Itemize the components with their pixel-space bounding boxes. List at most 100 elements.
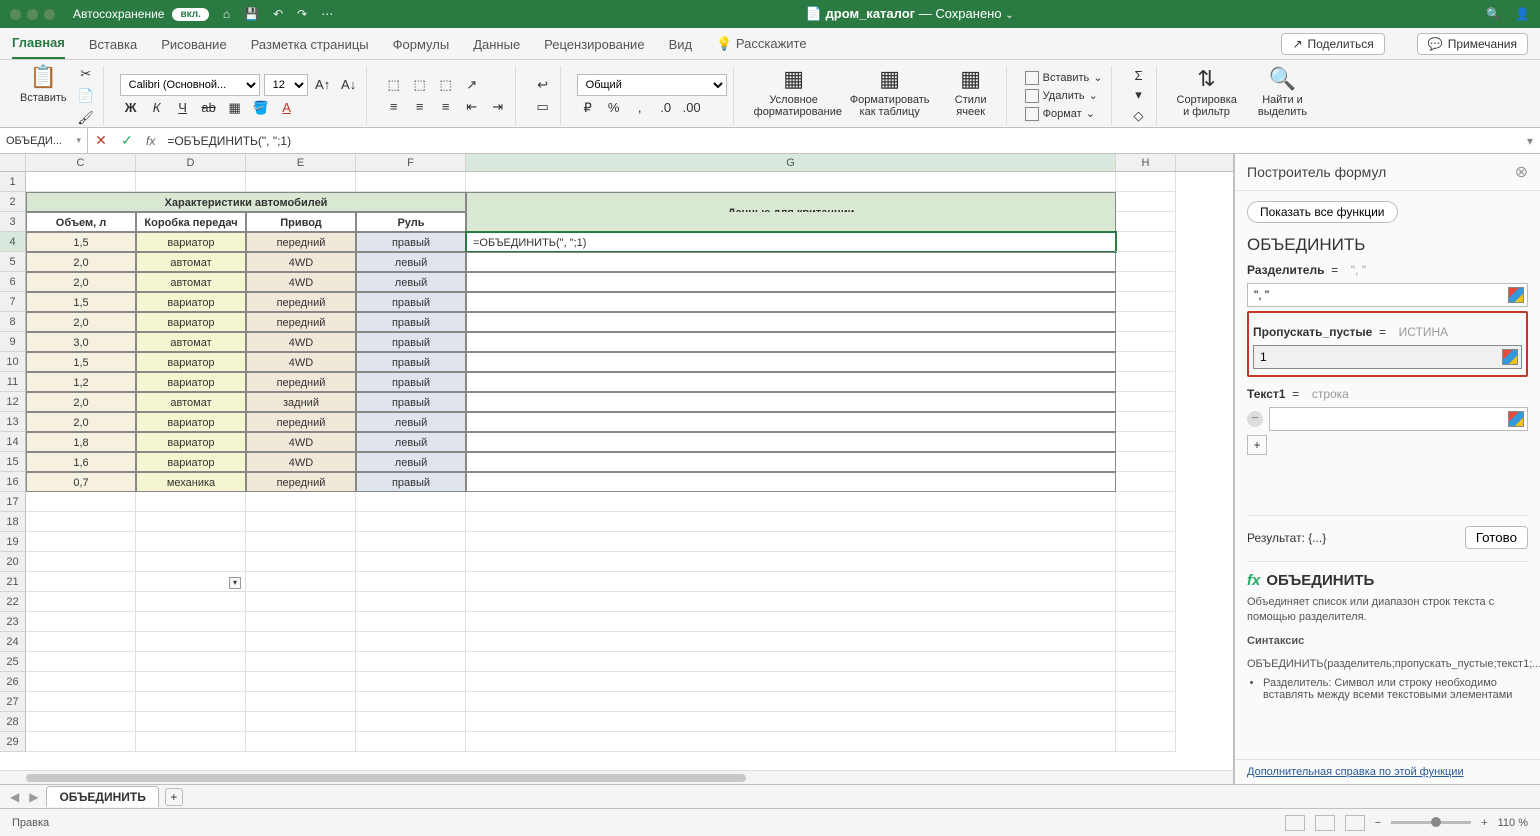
cell[interactable]: [1116, 572, 1176, 592]
cell[interactable]: 4WD: [246, 352, 356, 372]
cell[interactable]: левый: [356, 452, 466, 472]
more-help-link[interactable]: Дополнительная справка по этой функции: [1235, 759, 1540, 784]
cell[interactable]: правый: [356, 372, 466, 392]
view-page-break-icon[interactable]: [1345, 815, 1365, 831]
zoom-level[interactable]: 110 %: [1498, 817, 1528, 829]
cell[interactable]: [466, 652, 1116, 672]
cell[interactable]: [466, 452, 1116, 472]
cell[interactable]: [1116, 652, 1176, 672]
cell[interactable]: передний: [246, 412, 356, 432]
row-header[interactable]: 11: [0, 372, 26, 392]
cell[interactable]: [1116, 532, 1176, 552]
tab-page-layout[interactable]: Разметка страницы: [251, 31, 369, 59]
cell[interactable]: правый: [356, 332, 466, 352]
cell[interactable]: вариатор: [136, 432, 246, 452]
row-header[interactable]: 1: [0, 172, 26, 192]
cell[interactable]: передний: [246, 312, 356, 332]
cell[interactable]: [466, 612, 1116, 632]
cell[interactable]: 2,0: [26, 252, 136, 272]
row-header[interactable]: 26: [0, 672, 26, 692]
decimal-dec-icon[interactable]: .00: [681, 98, 703, 118]
cell[interactable]: [246, 532, 356, 552]
cell[interactable]: [466, 672, 1116, 692]
share-button[interactable]: ↗ Поделиться: [1281, 33, 1384, 55]
fill-icon[interactable]: ▾: [1128, 86, 1150, 104]
cell[interactable]: [466, 632, 1116, 652]
cell[interactable]: [466, 512, 1116, 532]
cell[interactable]: [1116, 612, 1176, 632]
cell[interactable]: [1116, 592, 1176, 612]
cell[interactable]: [356, 592, 466, 612]
cell[interactable]: [246, 692, 356, 712]
col-header[interactable]: G: [466, 154, 1116, 171]
cell[interactable]: [466, 212, 1116, 232]
cell[interactable]: [356, 552, 466, 572]
cell[interactable]: [246, 552, 356, 572]
tab-view[interactable]: Вид: [669, 31, 693, 59]
row-header[interactable]: 21: [0, 572, 26, 592]
cell[interactable]: 2,0: [26, 312, 136, 332]
comma-icon[interactable]: ,: [629, 98, 651, 118]
copy-icon[interactable]: 📄: [75, 86, 97, 106]
cell[interactable]: [136, 732, 246, 752]
cell[interactable]: [246, 572, 356, 592]
format-painter-icon[interactable]: 🖌: [75, 108, 97, 128]
cell[interactable]: [1116, 672, 1176, 692]
underline-icon[interactable]: Ч: [172, 98, 194, 118]
spreadsheet-grid[interactable]: C D E F G H 12Характеристики автомобилей…: [0, 154, 1234, 784]
cell[interactable]: [466, 372, 1116, 392]
save-icon[interactable]: 💾: [244, 7, 259, 21]
number-format-select[interactable]: Общий: [577, 74, 727, 96]
fx-icon[interactable]: fx: [146, 134, 155, 148]
cell[interactable]: [356, 492, 466, 512]
cell[interactable]: [356, 632, 466, 652]
font-name-select[interactable]: Calibri (Основной...: [120, 74, 260, 96]
font-color-icon[interactable]: А: [276, 98, 298, 118]
find-select-button[interactable]: 🔍Найти и выделить: [1249, 66, 1317, 125]
done-button[interactable]: Готово: [1465, 526, 1528, 549]
align-middle-icon[interactable]: ⬚: [409, 75, 431, 95]
cell[interactable]: [466, 252, 1116, 272]
cell[interactable]: [26, 692, 136, 712]
cell[interactable]: Коробка передач: [136, 212, 246, 232]
cell[interactable]: [136, 692, 246, 712]
cell[interactable]: вариатор: [136, 412, 246, 432]
tab-formulas[interactable]: Формулы: [393, 31, 450, 59]
cell[interactable]: [356, 712, 466, 732]
cell[interactable]: 4WD: [246, 272, 356, 292]
cell[interactable]: [136, 532, 246, 552]
cell[interactable]: вариатор: [136, 292, 246, 312]
cell[interactable]: [246, 592, 356, 612]
format-cells-button[interactable]: Формат ⌄: [1023, 106, 1105, 122]
cell[interactable]: левый: [356, 252, 466, 272]
cell[interactable]: [466, 732, 1116, 752]
cell[interactable]: 1,5: [26, 292, 136, 312]
row-header[interactable]: 15: [0, 452, 26, 472]
cell[interactable]: [466, 712, 1116, 732]
cell[interactable]: [1116, 332, 1176, 352]
cell[interactable]: [246, 632, 356, 652]
next-sheet-icon[interactable]: ▶: [27, 790, 40, 804]
cell[interactable]: 1,5: [26, 352, 136, 372]
cell[interactable]: передний: [246, 232, 356, 252]
strike-icon[interactable]: ab: [198, 98, 220, 118]
cell[interactable]: левый: [356, 412, 466, 432]
cell[interactable]: автомат: [136, 252, 246, 272]
cell[interactable]: [466, 172, 1116, 192]
arg-delimiter-input[interactable]: [1247, 283, 1528, 307]
cell[interactable]: [1116, 192, 1176, 212]
cell[interactable]: [1116, 392, 1176, 412]
range-picker-icon[interactable]: [1508, 287, 1524, 303]
cell[interactable]: 4WD: [246, 432, 356, 452]
cell[interactable]: передний: [246, 372, 356, 392]
borders-icon[interactable]: ▦: [224, 98, 246, 118]
row-header[interactable]: 13: [0, 412, 26, 432]
row-header[interactable]: 17: [0, 492, 26, 512]
cell[interactable]: правый: [356, 352, 466, 372]
cell[interactable]: [1116, 452, 1176, 472]
show-all-functions-button[interactable]: Показать все функции: [1247, 201, 1398, 223]
cell[interactable]: вариатор: [136, 232, 246, 252]
cell[interactable]: [136, 672, 246, 692]
row-header[interactable]: 27: [0, 692, 26, 712]
view-page-layout-icon[interactable]: [1315, 815, 1335, 831]
